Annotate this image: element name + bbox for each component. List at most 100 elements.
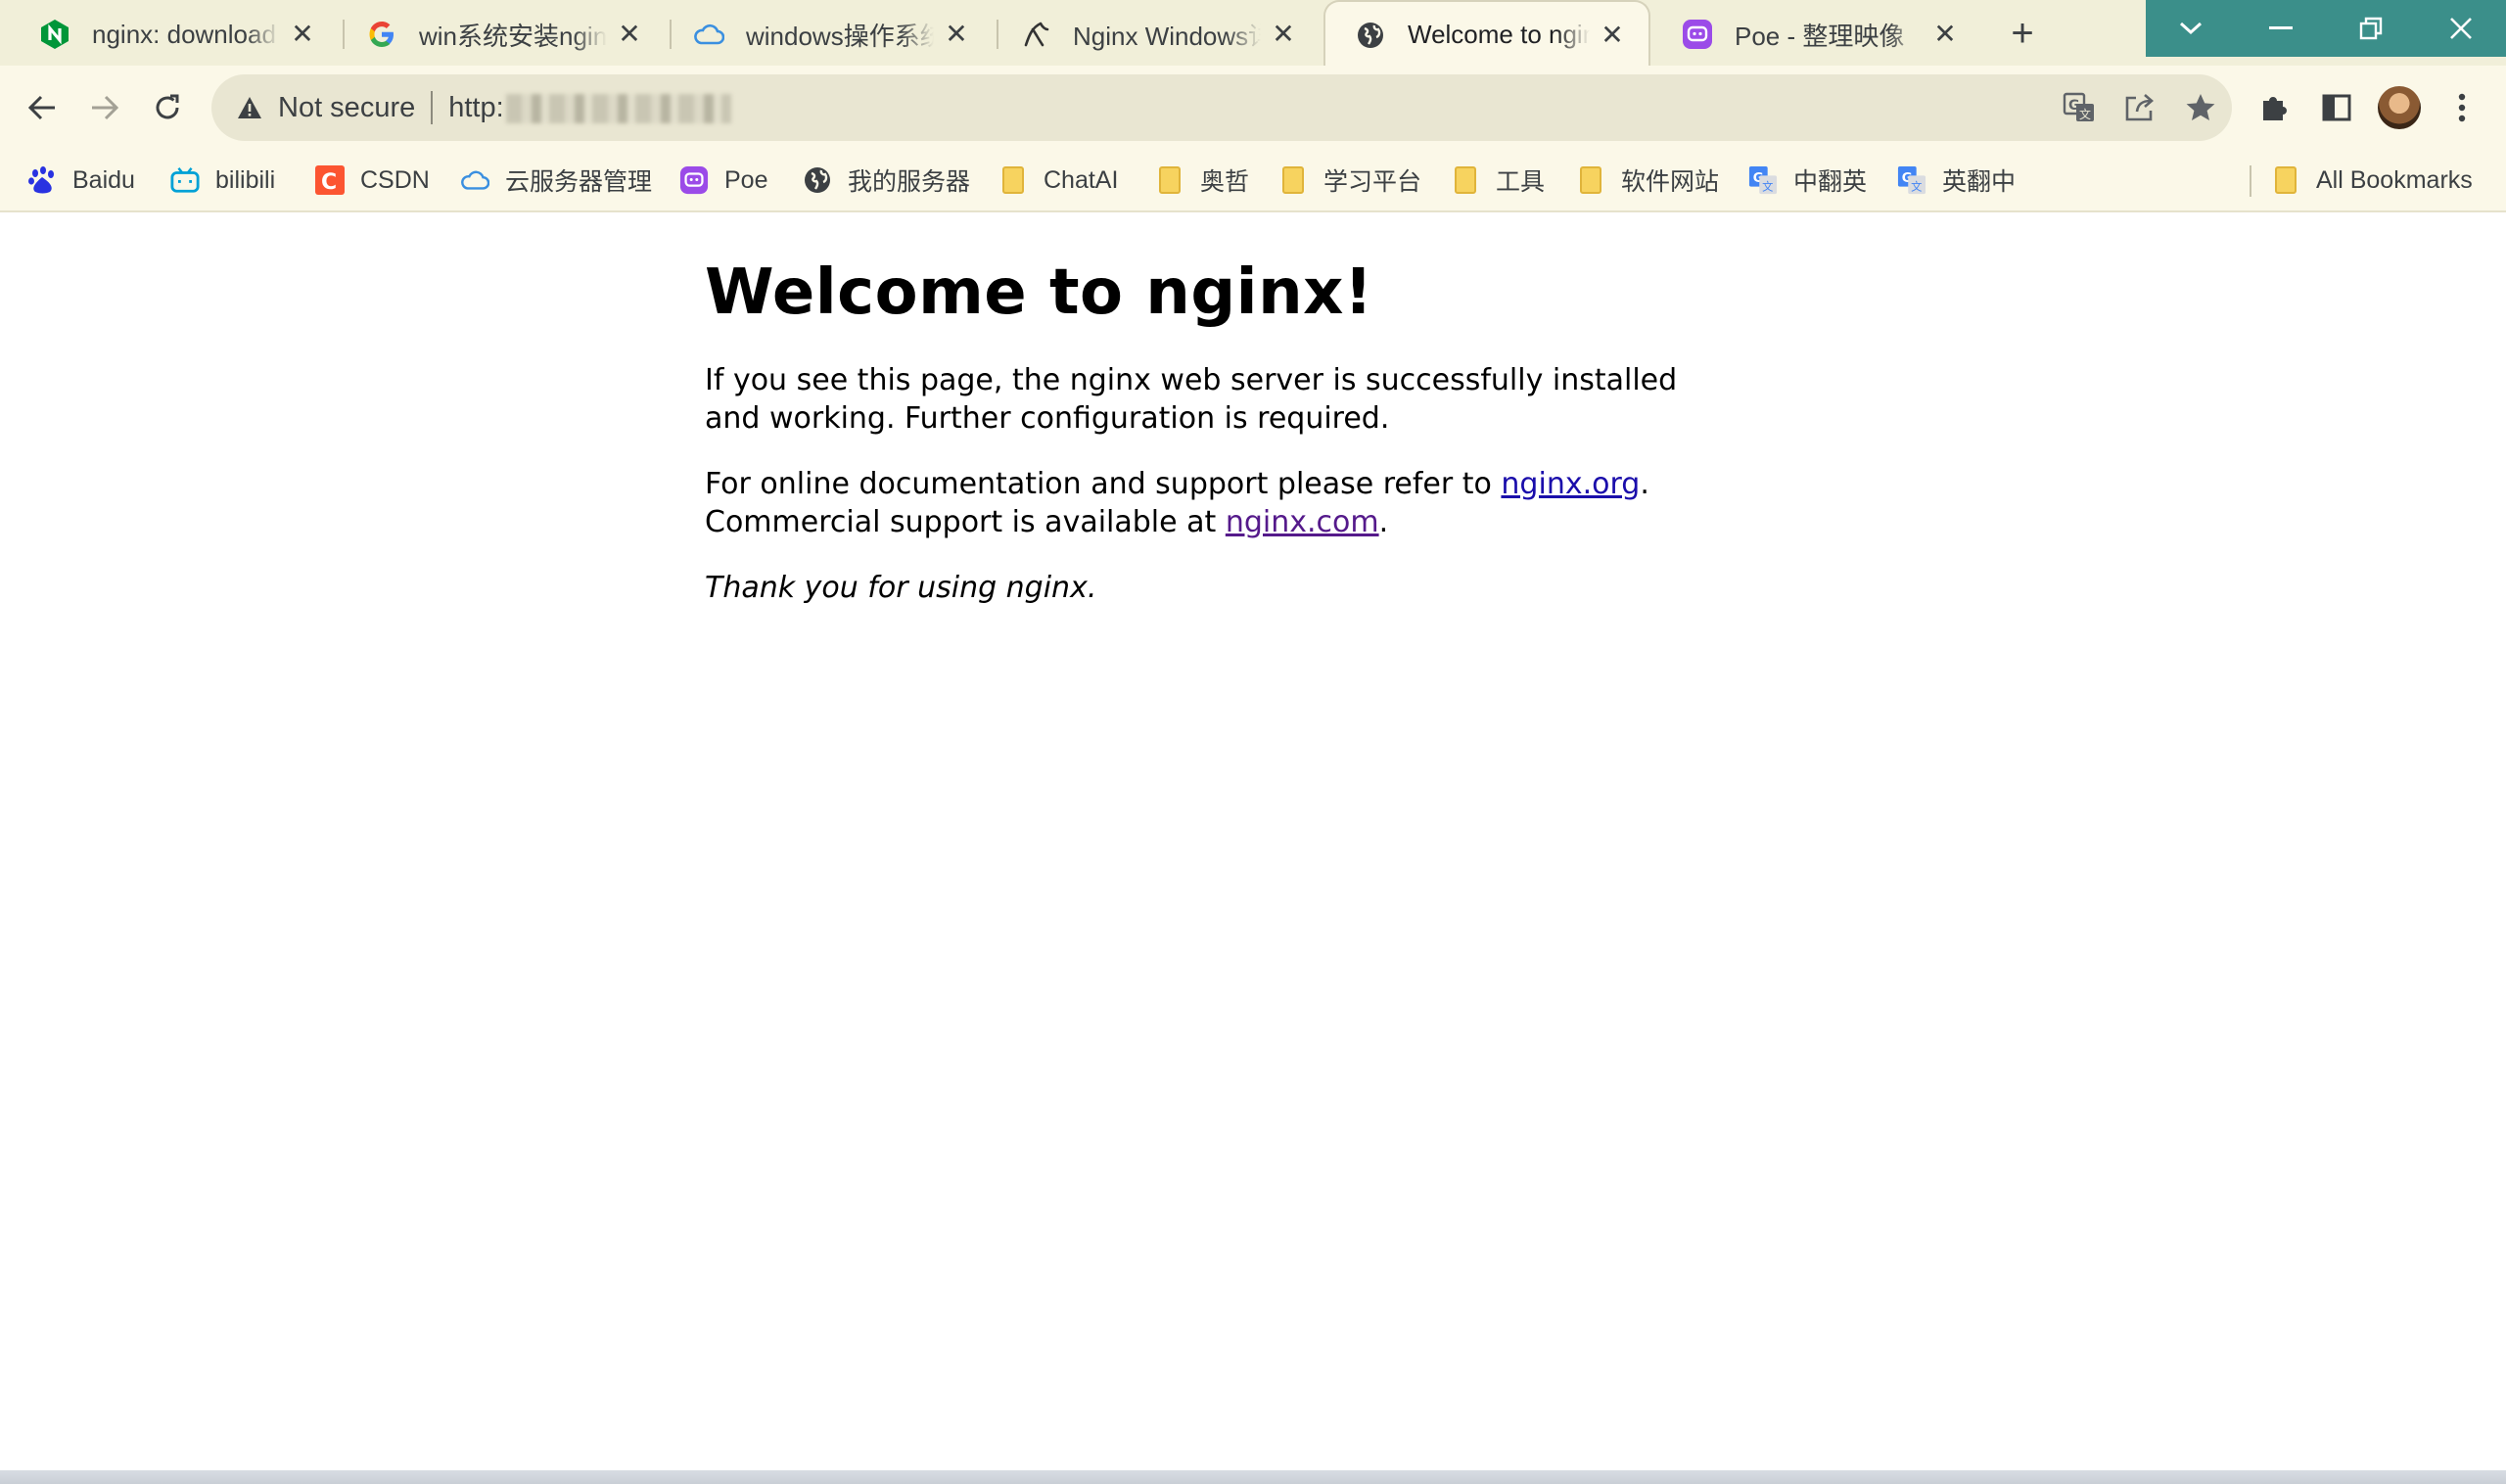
tab-close-button[interactable]: ✕	[942, 20, 971, 49]
tab-title: Nginx Windows详	[1073, 21, 1261, 51]
redacted-url	[505, 93, 731, 123]
docs-paragraph: For online documentation and support ple…	[705, 465, 1723, 541]
tab-welcome-nginx[interactable]: Welcome to ngin ✕	[1323, 0, 1650, 68]
yuque-icon	[1020, 19, 1051, 50]
bookmark-label: 我的服务器	[848, 168, 971, 196]
side-panel-button[interactable]	[2312, 83, 2361, 132]
tab-close-button[interactable]: ✕	[1930, 20, 1960, 49]
share-icon[interactable]	[2120, 88, 2159, 127]
arrow-left-icon	[27, 95, 55, 120]
tab-title: nginx: download	[92, 19, 276, 49]
extensions-button[interactable]	[2250, 83, 2298, 132]
svg-text:文: 文	[1911, 179, 1922, 193]
url-prefix: http:	[448, 91, 504, 123]
bookmark-label: Poe	[724, 165, 768, 194]
tab-search-button[interactable]	[2146, 0, 2236, 57]
omnibox-divider	[431, 91, 434, 124]
tab-close-button[interactable]: ✕	[1269, 20, 1298, 49]
intro-paragraph: If you see this page, the nginx web serv…	[705, 362, 1678, 436]
menu-button[interactable]	[2437, 83, 2486, 132]
cloud-icon	[460, 165, 489, 195]
more-vert-icon	[2458, 93, 2466, 122]
chevron-down-icon	[2179, 22, 2203, 35]
browser-toolbar: Not secure http: G文	[0, 66, 2506, 150]
tab-close-button[interactable]: ✕	[615, 20, 644, 49]
svg-text:C: C	[321, 170, 337, 195]
bookmark-label: bilibili	[215, 165, 276, 194]
bookmark-label: CSDN	[360, 165, 430, 194]
tab-poe[interactable]: Poe - 整理映像 ✕	[1652, 3, 1981, 66]
tab-nginx-download[interactable]: nginx: download ✕	[10, 3, 339, 66]
csdn-icon: C	[315, 165, 345, 195]
page-heading: Welcome to nginx!	[705, 256, 1373, 329]
tab-win-install-nginx[interactable]: win系统安装nginx ✕	[337, 3, 666, 66]
tab-close-button[interactable]: ✕	[1598, 20, 1627, 50]
bookmark-my-server[interactable]: 我的服务器	[803, 158, 970, 203]
minimize-icon	[2269, 26, 2293, 29]
close-icon	[2450, 18, 2472, 39]
reload-button[interactable]	[143, 83, 192, 132]
period-text: .	[1640, 466, 1649, 501]
svg-text:文: 文	[1762, 179, 1773, 193]
bilibili-icon	[170, 165, 200, 195]
folder-icon	[1451, 165, 1480, 195]
back-button[interactable]	[18, 83, 67, 132]
restore-button[interactable]	[2326, 0, 2416, 57]
bookmark-folder-study[interactable]: 学习平台	[1278, 158, 1421, 203]
poe-icon	[1682, 19, 1713, 50]
thanks-paragraph: Thank you for using nginx.	[705, 569, 1723, 607]
warning-icon[interactable]	[233, 91, 266, 124]
bookmark-label: 云服务器管理	[505, 168, 653, 196]
folder-icon	[1155, 165, 1184, 195]
bookmark-folder-software[interactable]: 软件网站	[1576, 158, 1719, 203]
close-window-button[interactable]	[2416, 0, 2506, 57]
all-bookmarks-button[interactable]: All Bookmarks	[2271, 158, 2473, 203]
tab-windows-os[interactable]: windows操作系统 ✕	[664, 3, 993, 66]
bookmark-folder-tools[interactable]: 工具	[1451, 158, 1545, 203]
bookmark-poe[interactable]: Poe	[679, 158, 767, 203]
tab-nginx-windows[interactable]: Nginx Windows详 ✕	[991, 3, 1320, 66]
google-translate-icon: G文	[1748, 165, 1778, 195]
tab-title: windows操作系统	[746, 21, 934, 51]
bookmark-zh-to-en[interactable]: G文 中翻英	[1748, 158, 1867, 203]
bookmarks-bar: Baidu bilibili C CSDN 云服务器管理 Poe 我的服务器 C…	[0, 150, 2506, 212]
bookmark-csdn[interactable]: C CSDN	[315, 158, 430, 203]
taskbar-edge	[0, 1470, 2506, 1484]
all-bookmarks-label: All Bookmarks	[2316, 165, 2473, 194]
profile-button[interactable]	[2375, 83, 2424, 132]
bookmark-bilibili[interactable]: bilibili	[170, 158, 275, 203]
side-panel-icon	[2322, 94, 2351, 121]
bookmark-label: 软件网站	[1621, 168, 1720, 196]
bookmark-label: 奥哲	[1200, 168, 1250, 196]
forward-button[interactable]	[80, 83, 129, 132]
svg-text:文: 文	[2079, 107, 2091, 121]
bookmark-folder-aozhe[interactable]: 奥哲	[1155, 158, 1249, 203]
new-tab-button[interactable]: +	[2001, 12, 2044, 55]
commercial-text: Commercial support is available at	[705, 504, 1226, 539]
nginx-org-link[interactable]: nginx.org	[1501, 467, 1640, 501]
tab-title: Welcome to ngin	[1408, 20, 1590, 49]
bookmark-en-to-zh[interactable]: G文 英翻中	[1897, 158, 2016, 203]
tab-title: Poe - 整理映像	[1735, 21, 1905, 51]
folder-icon	[2271, 165, 2300, 195]
bookmark-baidu[interactable]: Baidu	[27, 158, 135, 203]
google-translate-icon: G文	[1897, 165, 1926, 195]
url-text[interactable]: http:	[448, 91, 731, 124]
docs-text: For online documentation and support ple…	[705, 466, 1502, 501]
star-icon[interactable]	[2181, 88, 2220, 127]
period-text: .	[1378, 504, 1389, 539]
security-status[interactable]: Not secure	[278, 92, 415, 124]
poe-icon	[679, 165, 709, 195]
bookmark-folder-chatai[interactable]: ChatAI	[998, 158, 1118, 203]
bookmark-label: 英翻中	[1942, 168, 2017, 196]
tab-strip: nginx: download ✕ win系统安装nginx ✕ windows…	[0, 0, 2506, 68]
address-bar[interactable]: Not secure http: G文	[211, 74, 2232, 141]
tab-close-button[interactable]: ✕	[288, 20, 317, 49]
baidu-icon	[27, 165, 57, 195]
nginx-com-link[interactable]: nginx.com	[1226, 505, 1379, 539]
translate-icon[interactable]: G文	[2060, 88, 2099, 127]
tab-title: win系统安装nginx	[419, 21, 607, 51]
bookmark-cloud-server[interactable]: 云服务器管理	[460, 158, 652, 203]
minimize-button[interactable]	[2236, 0, 2326, 57]
globe-icon	[1355, 20, 1386, 51]
